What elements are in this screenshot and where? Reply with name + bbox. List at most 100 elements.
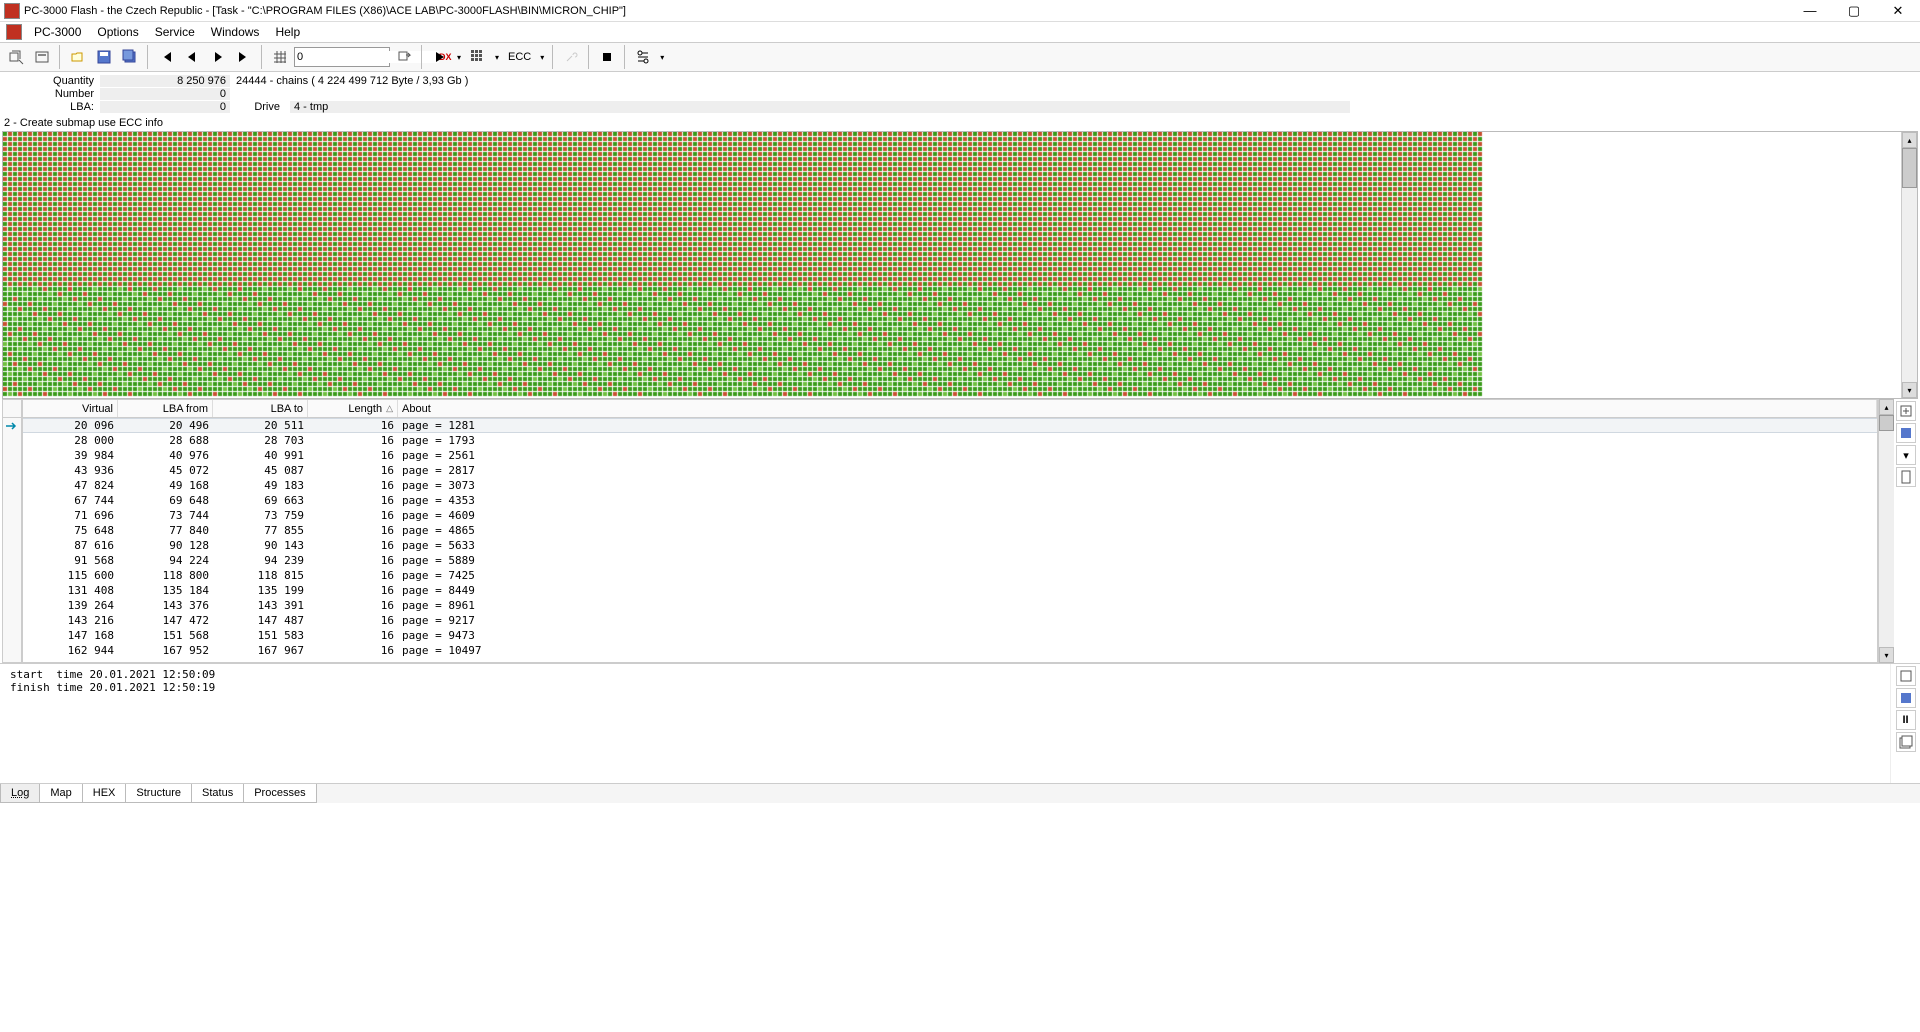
grid-dropdown[interactable]: ▾ bbox=[492, 47, 502, 67]
nav-first-button[interactable] bbox=[154, 45, 178, 69]
number-label: Number bbox=[0, 88, 100, 100]
side-btn-page[interactable] bbox=[1896, 467, 1916, 487]
lba-value: 0 bbox=[100, 101, 230, 113]
position-input[interactable]: DX bbox=[294, 47, 390, 67]
table-row[interactable]: 75 64877 84077 85516page = 4865 bbox=[23, 523, 1877, 538]
title-bar: PC-3000 Flash - the Czech Republic - [Ta… bbox=[0, 0, 1920, 22]
row-pointer-icon bbox=[3, 418, 21, 433]
scroll-down-button[interactable]: ▾ bbox=[1902, 382, 1917, 398]
col-virtual[interactable]: Virtual bbox=[23, 400, 118, 417]
tool-btn-2[interactable] bbox=[30, 45, 54, 69]
log-text: start time 20.01.2021 12:50:09 finish ti… bbox=[0, 664, 1890, 783]
table-body[interactable]: 20 09620 49620 51116page = 128128 00028 … bbox=[23, 418, 1877, 662]
table-row[interactable]: 87 61690 12890 14316page = 5633 bbox=[23, 538, 1877, 553]
map-scrollbar[interactable]: ▴ ▾ bbox=[1901, 132, 1917, 398]
position-field[interactable] bbox=[297, 51, 439, 63]
side-btn-copy[interactable]: ▾ bbox=[1896, 445, 1916, 465]
menu-options[interactable]: Options bbox=[89, 23, 146, 41]
table-row[interactable]: 162 944167 952167 96716page = 10497 bbox=[23, 643, 1877, 658]
table-row[interactable]: 71 69673 74473 75916page = 4609 bbox=[23, 508, 1877, 523]
table-row[interactable]: 39 98440 97640 99116page = 2561 bbox=[23, 448, 1877, 463]
menu-service[interactable]: Service bbox=[147, 23, 203, 41]
app-icon-small bbox=[6, 24, 22, 40]
settings-dropdown[interactable]: ▾ bbox=[657, 47, 667, 67]
ecc-label: ECC bbox=[504, 51, 535, 63]
section-title: 2 - Create submap use ECC info bbox=[0, 115, 1920, 131]
table-row[interactable]: 91 56894 22494 23916page = 5889 bbox=[23, 553, 1877, 568]
side-btn-export[interactable] bbox=[1896, 401, 1916, 421]
table-row[interactable]: 28 00028 68828 70316page = 1793 bbox=[23, 433, 1877, 448]
tools-button[interactable] bbox=[559, 45, 583, 69]
tab-hex[interactable]: HEX bbox=[82, 784, 127, 803]
stop-button[interactable] bbox=[595, 45, 619, 69]
result-table-area: Virtual LBA from LBA to Length△ About 20… bbox=[2, 399, 1918, 663]
col-length[interactable]: Length△ bbox=[308, 400, 398, 417]
table-row[interactable]: 47 82449 16849 18316page = 3073 bbox=[23, 478, 1877, 493]
log-area: start time 20.01.2021 12:50:09 finish ti… bbox=[0, 663, 1920, 783]
drive-value: 4 - tmp bbox=[290, 101, 1350, 113]
table-side-tools: ▾ bbox=[1894, 399, 1918, 663]
quantity-value: 8 250 976 bbox=[100, 75, 230, 87]
nav-last-button[interactable] bbox=[232, 45, 256, 69]
menu-windows[interactable]: Windows bbox=[203, 23, 268, 41]
ecc-dropdown[interactable]: ▾ bbox=[537, 47, 547, 67]
tool-save-button[interactable] bbox=[92, 45, 116, 69]
table-row[interactable]: 143 216147 472147 48716page = 9217 bbox=[23, 613, 1877, 628]
drive-label: Drive bbox=[230, 101, 280, 113]
app-icon bbox=[4, 3, 20, 19]
toolbar: DX ▾ ▾ ECC ▾ ▾ bbox=[0, 42, 1920, 72]
info-panel: Quantity8 250 97624444 - chains ( 4 224 … bbox=[0, 72, 1920, 115]
lba-label: LBA: bbox=[0, 101, 100, 113]
menu-pc3000[interactable]: PC-3000 bbox=[26, 23, 89, 41]
log-side-tools: II bbox=[1890, 664, 1920, 783]
table-row[interactable]: 115 600118 800118 81516page = 7425 bbox=[23, 568, 1877, 583]
window-title: PC-3000 Flash - the Czech Republic - [Ta… bbox=[24, 5, 1788, 17]
settings-button[interactable] bbox=[631, 45, 655, 69]
tool-open-button[interactable] bbox=[66, 45, 90, 69]
grid-view-button[interactable] bbox=[466, 45, 490, 69]
table-row[interactable]: 147 168151 568151 58316page = 9473 bbox=[23, 628, 1877, 643]
nav-prev-button[interactable] bbox=[180, 45, 204, 69]
tab-structure[interactable]: Structure bbox=[125, 784, 192, 803]
table-scroll-up[interactable]: ▴ bbox=[1879, 399, 1894, 415]
bottom-tabs: Log Map HEX Structure Status Processes bbox=[0, 783, 1920, 803]
table-header: Virtual LBA from LBA to Length△ About bbox=[23, 400, 1877, 418]
nav-next-button[interactable] bbox=[206, 45, 230, 69]
sort-asc-icon: △ bbox=[386, 403, 393, 414]
tab-log[interactable]: Log bbox=[0, 784, 40, 803]
goto-button[interactable] bbox=[392, 45, 416, 69]
play-button[interactable] bbox=[428, 45, 452, 69]
table-scrollbar[interactable]: ▴ ▾ bbox=[1878, 399, 1894, 663]
tab-map[interactable]: Map bbox=[39, 784, 82, 803]
scroll-up-button[interactable]: ▴ bbox=[1902, 132, 1917, 148]
log-btn-2[interactable] bbox=[1896, 688, 1916, 708]
minimize-button[interactable]: — bbox=[1788, 0, 1832, 22]
side-btn-save[interactable] bbox=[1896, 423, 1916, 443]
col-about[interactable]: About bbox=[398, 400, 1877, 417]
col-lba-from[interactable]: LBA from bbox=[118, 400, 213, 417]
maximize-button[interactable]: ▢ bbox=[1832, 0, 1876, 22]
log-btn-1[interactable] bbox=[1896, 666, 1916, 686]
table-row[interactable]: 43 93645 07245 08716page = 2817 bbox=[23, 463, 1877, 478]
table-row[interactable]: 67 74469 64869 66316page = 4353 bbox=[23, 493, 1877, 508]
map-grid[interactable] bbox=[3, 132, 1901, 398]
menu-bar: PC-3000 Options Service Windows Help bbox=[0, 22, 1920, 42]
block-map: ▴ ▾ bbox=[2, 131, 1918, 399]
table-row[interactable]: 20 09620 49620 51116page = 1281 bbox=[23, 418, 1877, 433]
menu-help[interactable]: Help bbox=[267, 23, 308, 41]
tab-status[interactable]: Status bbox=[191, 784, 244, 803]
table-row[interactable]: 131 408135 184135 19916page = 8449 bbox=[23, 583, 1877, 598]
tool-saveall-button[interactable] bbox=[118, 45, 142, 69]
table-row[interactable]: 139 264143 376143 39116page = 8961 bbox=[23, 598, 1877, 613]
log-btn-4[interactable] bbox=[1896, 732, 1916, 752]
play-dropdown[interactable]: ▾ bbox=[454, 47, 464, 67]
table-scroll-down[interactable]: ▾ bbox=[1879, 647, 1894, 663]
log-pause-button[interactable]: II bbox=[1896, 710, 1916, 730]
chains-text: 24444 - chains ( 4 224 499 712 Byte / 3,… bbox=[230, 75, 468, 87]
grid-icon[interactable] bbox=[268, 45, 292, 69]
tool-btn-1[interactable] bbox=[4, 45, 28, 69]
quantity-label: Quantity bbox=[0, 75, 100, 87]
col-lba-to[interactable]: LBA to bbox=[213, 400, 308, 417]
tab-processes[interactable]: Processes bbox=[243, 784, 316, 803]
close-button[interactable]: ✕ bbox=[1876, 0, 1920, 22]
